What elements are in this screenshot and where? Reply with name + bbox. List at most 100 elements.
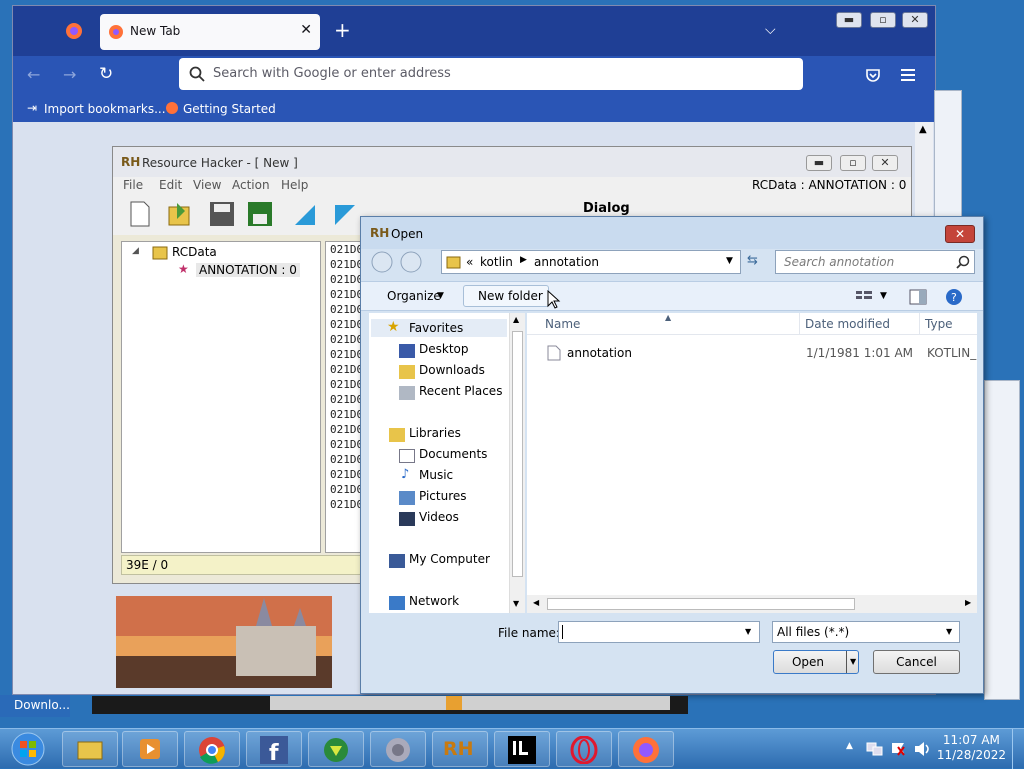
new-folder-button[interactable]: New folder [463,285,549,307]
nav-downloads[interactable]: Downloads [419,363,485,377]
scroll-up-icon[interactable]: ▲ [919,124,927,135]
volume-icon[interactable] [914,741,932,757]
nav-documents[interactable]: Documents [419,447,487,461]
nav-network[interactable]: Network [409,594,459,608]
rh-close-button[interactable]: ✕ [872,155,898,171]
rh-maximize-button[interactable]: ▫ [840,155,866,171]
firefox-logo-icon[interactable] [65,22,83,40]
nav-my-computer[interactable]: My Computer [409,552,490,566]
taskbar-media-player[interactable] [122,731,178,767]
breadcrumb-overflow[interactable]: « [466,255,473,269]
ff-close-button[interactable]: ✕ [902,12,928,28]
save-icon[interactable] [209,201,235,227]
tree-item-rcdata[interactable]: RCData [172,245,217,259]
rh-menu-help[interactable]: Help [281,178,308,192]
taskbar-intellij[interactable] [494,731,550,767]
list-tabs-chevron-icon[interactable]: ⌵ [765,22,776,38]
forward-arrow-icon[interactable]: → [63,65,76,84]
hscroll-thumb[interactable] [547,598,855,610]
open-split-dropdown-icon[interactable]: ▼ [846,651,856,673]
action-center-flag-icon[interactable] [890,741,908,757]
rh-menu-view[interactable]: View [193,178,221,192]
taskbar-opera[interactable] [556,731,612,767]
nav-videos[interactable]: Videos [419,510,459,524]
rh-menu-action[interactable]: Action [232,178,270,192]
ff-maximize-button[interactable]: ▫ [870,12,896,28]
new-tab-button[interactable]: + [334,18,351,42]
file-name-dropdown-icon[interactable]: ▼ [745,627,751,636]
tree-collapse-icon[interactable]: ◢ [132,246,139,256]
tab-close-icon[interactable]: ✕ [300,22,312,38]
network-tray-icon[interactable] [866,741,884,757]
new-file-icon[interactable] [129,201,151,227]
breadcrumb-kotlin[interactable]: kotlin [480,255,513,269]
file-hscrollbar[interactable]: ◀ ▶ [527,595,977,613]
rh-minimize-button[interactable]: ▬ [806,155,832,171]
filter-dropdown-icon[interactable]: ▼ [946,627,952,636]
taskbar-resource-hacker[interactable]: RH [432,731,488,767]
tree-item-annotation[interactable]: ANNOTATION : 0 [196,263,300,277]
open-button[interactable]: Open ▼ [773,650,859,674]
nav-scroll-down-icon[interactable]: ▼ [513,599,519,608]
col-date[interactable]: Date modified [805,317,890,331]
col-name[interactable]: Name [545,317,580,331]
hscroll-left-icon[interactable]: ◀ [533,598,539,607]
dialog-editor-label[interactable]: Dialog [583,201,630,216]
nav-desktop[interactable]: Desktop [419,342,469,356]
start-button-icon[interactable] [10,731,46,767]
dialog-close-button[interactable]: ✕ [945,225,975,243]
hscroll-right-icon[interactable]: ▶ [965,598,971,607]
preview-pane-icon[interactable] [909,289,927,305]
nav-music[interactable]: Music [419,468,453,482]
nav-scrollbar[interactable]: ▲ ▼ [509,313,525,613]
address-dropdown-icon[interactable]: ▼ [726,256,733,266]
taskbar-facebook[interactable]: f [246,731,302,767]
rh-hex-view[interactable]: 021D0 021D0 021D0 021D0 021D0 021D0 021D0 021D0… [325,241,365,553]
taskbar-firefox[interactable] [618,731,674,767]
show-desktop-button[interactable] [1012,729,1024,769]
search-box[interactable]: Search annotation [775,250,975,274]
bookmark-import[interactable]: Import bookmarks... [44,102,166,116]
organize-button[interactable]: Organize [387,289,441,303]
nav-favorites[interactable]: Favorites [409,321,463,335]
taskbar-speaker-app[interactable] [370,731,426,767]
save-as-icon[interactable] [247,201,273,227]
col-type[interactable]: Type [925,317,953,331]
breadcrumb-separator-icon: ▶ [520,255,527,265]
bookmark-getting-started[interactable]: Getting Started [183,102,276,116]
url-bar[interactable]: Search with Google or enter address [179,58,803,90]
nav-scroll-up-icon[interactable]: ▲ [513,315,519,324]
reload-icon[interactable]: ↻ [99,64,113,84]
import-arrow-icon[interactable] [291,201,319,227]
view-options-icon[interactable] [855,290,873,304]
help-icon[interactable]: ? [945,288,963,306]
nav-libraries[interactable]: Libraries [409,426,461,440]
ff-minimize-button[interactable]: ▬ [836,12,862,28]
desktop-download-item[interactable]: Downlo... [0,695,70,717]
taskbar-clock[interactable]: 11:07 AM 11/28/2022 [937,733,1006,763]
address-breadcrumb[interactable]: « kotlin ▶ annotation ▼ [441,250,741,274]
hamburger-menu-icon[interactable] [901,68,917,82]
file-type-filter[interactable]: All files (*.*) ▼ [772,621,960,643]
organize-dropdown-icon[interactable]: ▼ [437,291,444,301]
file-row[interactable]: annotation 1/1/1981 1:01 AM KOTLIN_E [527,343,977,363]
breadcrumb-annotation[interactable]: annotation [534,255,599,269]
open-folder-icon[interactable] [167,201,193,227]
view-dropdown-icon[interactable]: ▼ [880,291,887,301]
refresh-icon[interactable]: ⇆ [747,253,758,268]
rh-menu-file[interactable]: File [123,178,143,192]
nav-pictures[interactable]: Pictures [419,489,467,503]
file-name-input[interactable]: ▼ [558,621,760,643]
tray-expand-icon[interactable]: ▲ [846,741,853,751]
nav-scroll-thumb[interactable] [512,331,523,577]
back-arrow-icon[interactable]: ← [27,65,40,84]
export-arrow-icon[interactable] [331,201,359,227]
nav-recent-places[interactable]: Recent Places [419,384,502,398]
taskbar-idm[interactable] [308,731,364,767]
cancel-button[interactable]: Cancel [873,650,960,674]
rh-menu-edit[interactable]: Edit [159,178,182,192]
tab-new-tab[interactable]: New Tab ✕ [100,14,320,50]
taskbar-explorer[interactable] [62,731,118,767]
taskbar-chrome[interactable] [184,731,240,767]
pocket-icon[interactable] [865,67,881,83]
